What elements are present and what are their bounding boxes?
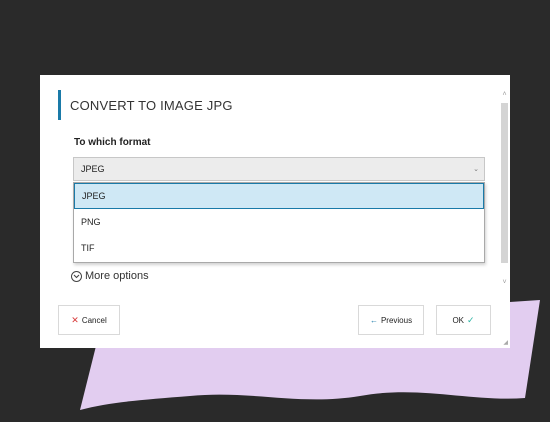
- check-icon: ✓: [467, 314, 475, 325]
- format-dropdown-list: JPEG PNG TIF: [73, 182, 485, 263]
- scrollbar-thumb[interactable]: [501, 103, 508, 263]
- dialog-title: CONVERT TO IMAGE JPG: [70, 97, 233, 113]
- format-label: To which format: [74, 137, 151, 148]
- chevron-down-icon: ⌄: [473, 166, 479, 173]
- vertical-scrollbar[interactable]: ˄ ˅: [500, 91, 509, 291]
- close-icon: ✕: [71, 314, 79, 325]
- format-select[interactable]: JPEG ⌄: [73, 157, 485, 181]
- more-options-label: More options: [85, 270, 149, 282]
- format-option-png[interactable]: PNG: [74, 209, 484, 235]
- resize-grip-icon[interactable]: ◢: [503, 339, 508, 346]
- cancel-button[interactable]: ✕ Cancel: [58, 305, 120, 335]
- chevron-circle-down-icon: [71, 270, 82, 282]
- arrow-left-icon: ←: [369, 315, 378, 325]
- format-option-jpeg[interactable]: JPEG: [74, 183, 484, 209]
- format-select-value: JPEG: [81, 164, 105, 174]
- scroll-down-icon[interactable]: ˅: [500, 279, 509, 286]
- convert-dialog: CONVERT TO IMAGE JPG To which format JPE…: [40, 75, 510, 348]
- format-option-tif[interactable]: TIF: [74, 235, 484, 261]
- dialog-title-bar: CONVERT TO IMAGE JPG: [58, 90, 233, 120]
- scroll-up-icon[interactable]: ˄: [500, 91, 509, 98]
- previous-button[interactable]: ← Previous: [358, 305, 424, 335]
- more-options-toggle[interactable]: More options: [71, 270, 149, 282]
- ok-button[interactable]: OK ✓: [436, 305, 491, 335]
